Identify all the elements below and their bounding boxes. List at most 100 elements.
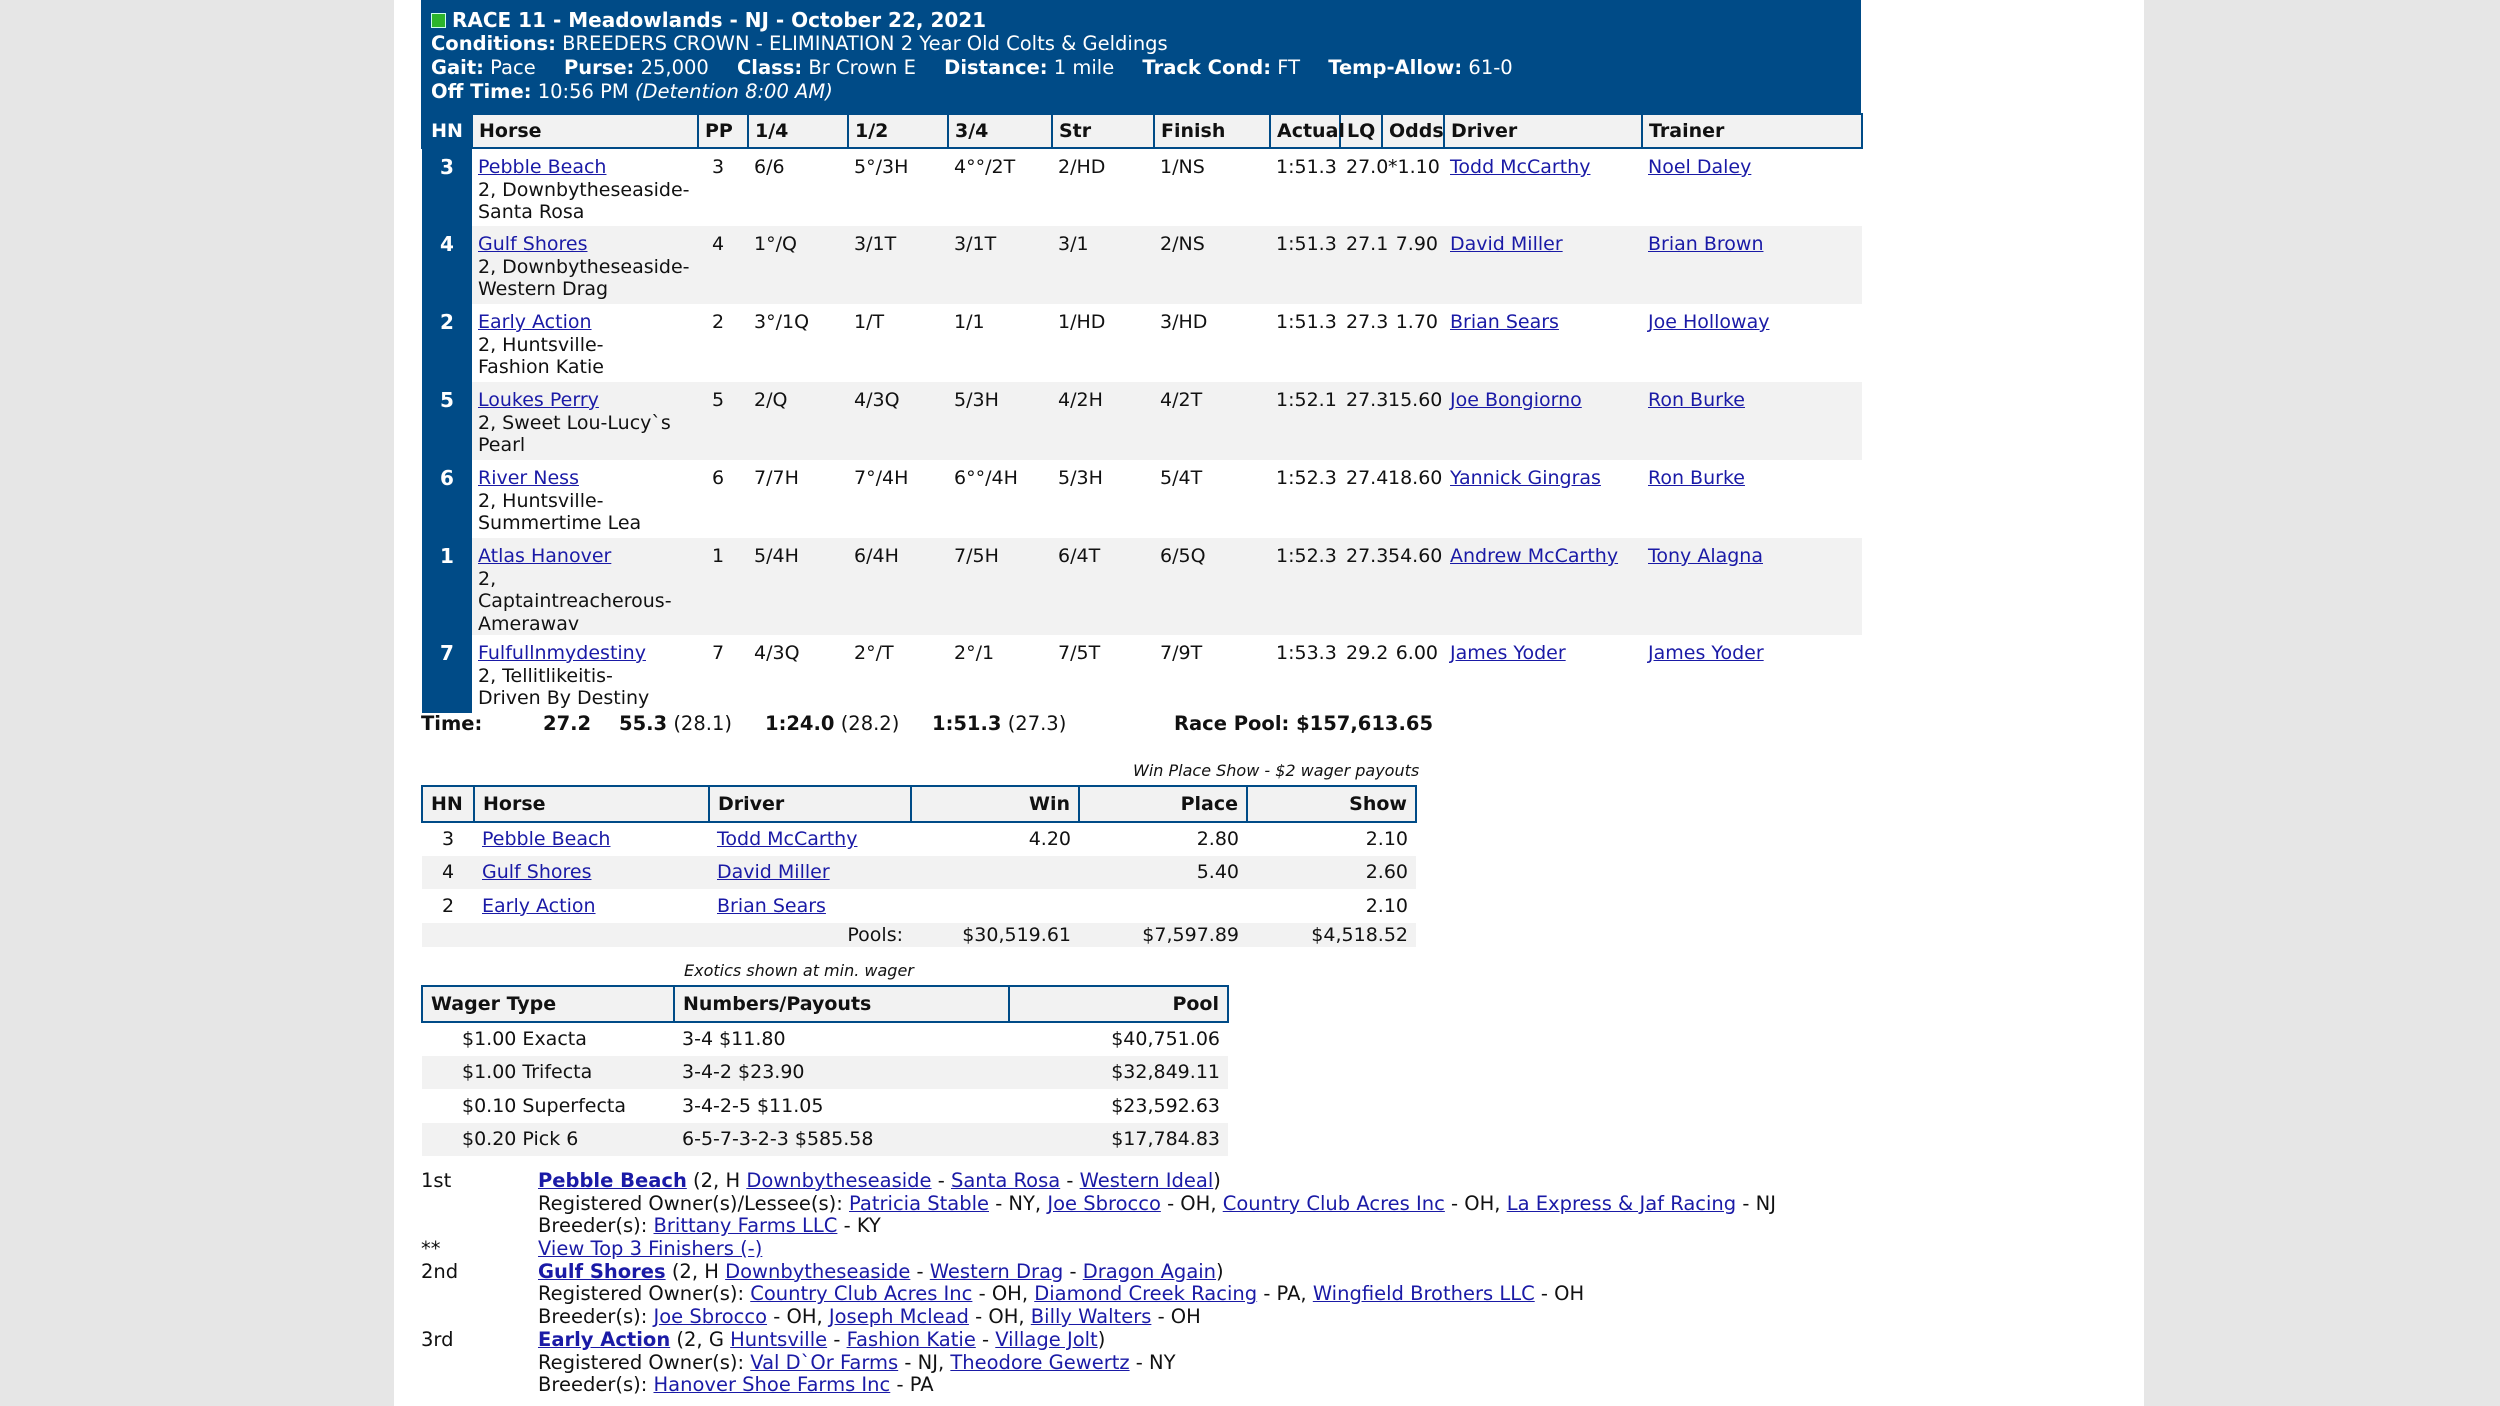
trainer-link[interactable]: Noel Daley <box>1648 156 1751 178</box>
horse-pedigree-dam: Western Drag <box>478 278 609 300</box>
results-header-actual: Actual <box>1269 113 1345 149</box>
results-call-fin: 2/NS <box>1154 226 1270 304</box>
exotics-payout: 3-4 $11.80 <box>682 1028 786 1051</box>
driver-link[interactable]: Todd McCarthy <box>1450 156 1590 178</box>
finisher-line: Breeder(s): Hanover Shoe Farms Inc - PA <box>421 1373 1861 1397</box>
connection-link[interactable]: Val D`Or Farms <box>750 1351 898 1374</box>
results-odds: 7.90 <box>1382 226 1444 304</box>
exotics-pool: $32,849.11 <box>1009 1055 1228 1089</box>
finisher-horse-link[interactable]: Gulf Shores <box>538 1260 666 1283</box>
wps-header-show: Show <box>1246 785 1417 823</box>
results-header-1-2: 1/2 <box>847 113 949 149</box>
results-trainer-cell: Ron Burke <box>1642 460 1862 538</box>
wps-driver-link[interactable]: David Miller <box>717 861 830 883</box>
connection-link[interactable]: Country Club Acres Inc <box>1223 1192 1445 1215</box>
horse-link[interactable]: Atlas Hanover <box>478 545 611 567</box>
wps-driver-link[interactable]: Brian Sears <box>717 895 826 917</box>
race-temp-allow: 61-0 <box>1468 56 1513 79</box>
dam-link[interactable]: Fashion Katie <box>847 1328 976 1351</box>
horse-link[interactable]: Gulf Shores <box>478 233 587 255</box>
results-driver-cell: Joe Bongiorno <box>1444 382 1642 460</box>
driver-link[interactable]: Joe Bongiorno <box>1450 389 1582 411</box>
results-row: 3 Pebble Beach 2, Downbytheseaside- Santa R… <box>422 148 1862 226</box>
results-header-str: Str <box>1051 113 1155 149</box>
results-call-q1: 5/4H <box>748 538 848 635</box>
horse-link[interactable]: Pebble Beach <box>478 156 606 178</box>
results-pp: 5 <box>698 382 748 460</box>
damsire-link[interactable]: Village Jolt <box>995 1328 1097 1351</box>
results-hn: 1 <box>422 538 472 635</box>
results-call-q2: 2°/T <box>854 642 894 664</box>
results-trainer-cell: Joe Holloway <box>1642 304 1862 382</box>
sire-link[interactable]: Huntsville <box>730 1328 827 1351</box>
connection-link[interactable]: Country Club Acres Inc <box>750 1282 972 1306</box>
results-driver-cell: Yannick Gingras <box>1444 460 1642 538</box>
exotics-header-numbers-payouts: Numbers/Payouts <box>673 985 1010 1023</box>
horse-link[interactable]: Fulfullnmydestiny <box>478 642 646 664</box>
driver-link[interactable]: David Miller <box>1450 233 1563 255</box>
results-actual: 1:52.1 <box>1270 382 1340 460</box>
wps-header-win: Win <box>910 785 1080 823</box>
connection-link[interactable]: Joe Sbrocco <box>1047 1192 1161 1215</box>
connection-link[interactable]: La Express & Jaf Racing <box>1507 1192 1736 1215</box>
wps-horse-link[interactable]: Pebble Beach <box>482 828 610 850</box>
trainer-link[interactable]: James Yoder <box>1648 642 1764 664</box>
trainer-link[interactable]: Ron Burke <box>1648 389 1745 411</box>
driver-link[interactable]: Brian Sears <box>1450 311 1559 333</box>
finisher-breeders: Breeder(s): Hanover Shoe Farms Inc - PA <box>538 1373 934 1397</box>
results-actual: 1:52.3 <box>1270 538 1340 635</box>
trainer-link[interactable]: Ron Burke <box>1648 467 1745 489</box>
wps-horse-link[interactable]: Early Action <box>482 895 596 917</box>
exotics-wager-type: $1.00 Exacta <box>462 1028 587 1051</box>
finisher-horse-link[interactable]: Pebble Beach <box>538 1169 687 1192</box>
trainer-link[interactable]: Tony Alagna <box>1648 545 1763 567</box>
results-pp: 4 <box>698 226 748 304</box>
results-odds: *1.10 <box>1388 156 1440 178</box>
driver-link[interactable]: Yannick Gingras <box>1450 467 1601 489</box>
finisher-horse-link[interactable]: Early Action <box>538 1328 670 1351</box>
results-call-fin: 5/4T <box>1160 467 1203 489</box>
horse-link[interactable]: Loukes Perry <box>478 389 599 411</box>
finisher-owners: Registered Owner(s): Country Club Acres … <box>538 1282 1585 1306</box>
finisher-breeders: Breeder(s): Brittany Farms LLC - KY <box>538 1214 881 1238</box>
dam-link[interactable]: Santa Rosa <box>951 1169 1060 1192</box>
wps-caption: Win Place Show - $2 wager payouts <box>1133 761 1420 780</box>
view-top-3-toggle[interactable]: View Top 3 Finishers (-) <box>538 1237 762 1260</box>
wps-horse-link[interactable]: Gulf Shores <box>482 861 591 883</box>
wps-header-driver: Driver <box>708 785 912 823</box>
finisher-line: Registered Owner(s): Country Club Acres … <box>421 1283 1861 1306</box>
driver-link[interactable]: Andrew McCarthy <box>1450 545 1618 567</box>
finisher-line: 3rd Early Action (2, G Huntsville - Fashi… <box>421 1328 1861 1352</box>
results-horse-cell: Atlas Hanover 2, Captaintreacherous- Amera… <box>472 538 698 635</box>
horse-link[interactable]: River Ness <box>478 467 579 489</box>
wps-hn: 4 <box>422 855 474 889</box>
damsire-link[interactable]: Western Ideal <box>1080 1169 1214 1192</box>
sire-link[interactable]: Downbytheseaside <box>725 1260 910 1283</box>
connection-link[interactable]: Wingfield Brothers LLC <box>1313 1282 1535 1306</box>
damsire-link[interactable]: Dragon Again <box>1083 1260 1216 1283</box>
sire-link[interactable]: Downbytheseaside <box>746 1169 931 1192</box>
horse-pedigree-dam: Driven By Destiny <box>478 687 650 709</box>
wps-driver-link[interactable]: Todd McCarthy <box>717 828 857 850</box>
connection-link[interactable]: Hanover Shoe Farms Inc <box>654 1373 891 1396</box>
exotics-table: Wager Type Numbers/Payouts Pool $1.00 Exac… <box>421 985 1229 1156</box>
trainer-link[interactable]: Joe Holloway <box>1648 311 1769 333</box>
wps-table: HN Horse Driver Win Place Show 3 Pebble Beach T… <box>421 785 1417 947</box>
connection-link[interactable]: Brittany Farms LLC <box>654 1214 838 1238</box>
exotics-payout: 3-4-2-5 $11.05 <box>682 1094 824 1117</box>
connection-link[interactable]: Theodore Gewertz <box>950 1351 1129 1374</box>
driver-link[interactable]: James Yoder <box>1450 642 1566 664</box>
horse-pedigree-dam: Fashion Katie <box>478 356 604 378</box>
trainer-link[interactable]: Brian Brown <box>1648 233 1763 255</box>
dam-link[interactable]: Western Drag <box>930 1260 1064 1283</box>
connection-link[interactable]: Joseph Mclead <box>829 1305 969 1328</box>
connection-link[interactable]: Joe Sbrocco <box>654 1305 768 1328</box>
results-call-str: 3/1 <box>1052 226 1154 304</box>
connection-link[interactable]: Patricia Stable <box>849 1192 989 1215</box>
wps-horse-cell: Gulf Shores <box>474 855 709 889</box>
connection-link[interactable]: Billy Walters <box>1031 1305 1152 1328</box>
horse-link[interactable]: Early Action <box>478 311 592 333</box>
connection-link[interactable]: Diamond Creek Racing <box>1034 1282 1257 1306</box>
results-hn: 5 <box>422 382 472 460</box>
results-row: 5 Loukes Perry 2, Sweet Lou-Lucy`s Pearl 5 2/… <box>422 382 1862 460</box>
